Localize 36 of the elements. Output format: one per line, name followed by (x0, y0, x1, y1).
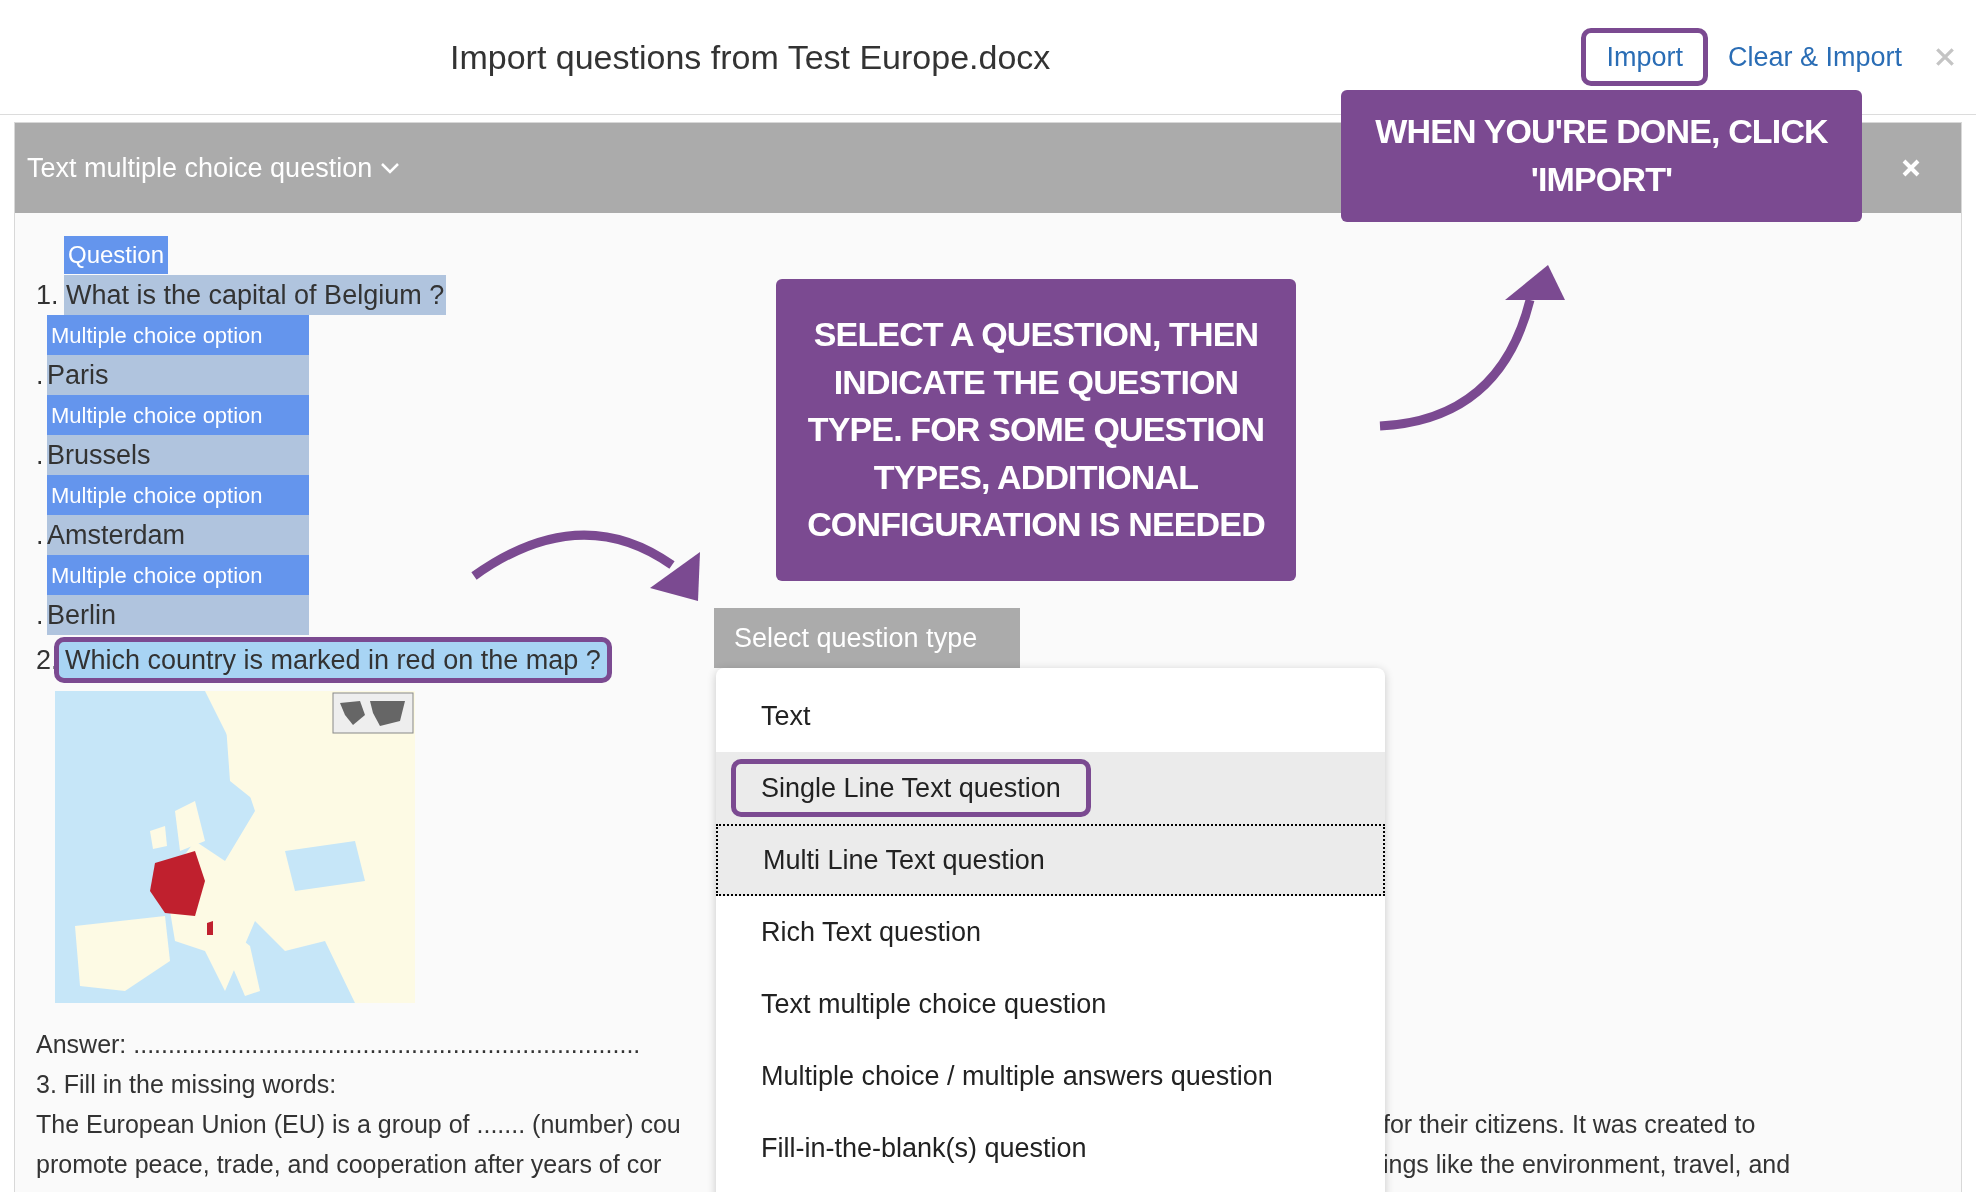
menu-item[interactable]: Rich Text question (716, 896, 1385, 968)
close-icon[interactable] (1934, 46, 1956, 68)
option-bullet: . (36, 518, 45, 552)
menu-item[interactable]: Single Line Text question (716, 752, 1385, 824)
chevron-down-icon (380, 162, 401, 174)
option-text: Amsterdam (47, 515, 309, 555)
callout-note: WHEN YOU'RE DONE, CLICK 'IMPORT' (1341, 90, 1862, 222)
body-text: ings like the environment, travel, and (1383, 1149, 1791, 1181)
body-text: 3. Fill in the missing words: (36, 1069, 337, 1101)
option-bullet: . (36, 438, 45, 472)
menu-item[interactable]: Multiple choice / multiple answers question (716, 1040, 1385, 1112)
option-tag: Multiple choice option (47, 555, 309, 595)
option-bullet: . (36, 358, 45, 392)
option-tag: Multiple choice option (47, 475, 309, 515)
option-tag: Multiple choice option (47, 395, 309, 435)
dialog-title: Import questions from Test Europe.docx (450, 36, 1051, 78)
menu-item[interactable]: Text multiple choice question (716, 968, 1385, 1040)
question-text[interactable]: Which country is marked in red on the map ? (54, 637, 612, 683)
clear-and-import-button[interactable]: Clear & Import (1725, 28, 1904, 86)
question-number: 1. (36, 278, 60, 312)
body-text: The European Union (EU) is a group of ....... (number) cou (36, 1109, 681, 1141)
menu-item[interactable]: Multi Line Text question (716, 824, 1385, 896)
question-text[interactable]: What is the capital of Belgium ? (64, 275, 447, 315)
menu-item[interactable]: Text (716, 680, 1385, 752)
option-tag: Multiple choice option (47, 315, 309, 355)
option-text: Brussels (47, 435, 309, 475)
import-button[interactable]: Import (1581, 28, 1708, 86)
option-text: Paris (47, 355, 309, 395)
menu-item[interactable]: Fill-in-the-blank(s) question (716, 1112, 1385, 1184)
callout-note: SELECT A QUESTION, THEN INDICATE THE QUESTION TYPE. FOR SOME QUESTION TYPES, ADDITIONAL CONFIGURATION IS NEEDED (776, 279, 1296, 581)
body-text: promote peace, trade, and cooperation after years of cor (36, 1149, 662, 1181)
body-text: Answer: ......................................................................... (36, 1029, 641, 1061)
body-text: for their citizens. It was created to (1383, 1109, 1756, 1141)
question-tag: Question (64, 236, 169, 274)
option-bullet: . (36, 598, 45, 632)
option-text: Berlin (47, 595, 309, 635)
